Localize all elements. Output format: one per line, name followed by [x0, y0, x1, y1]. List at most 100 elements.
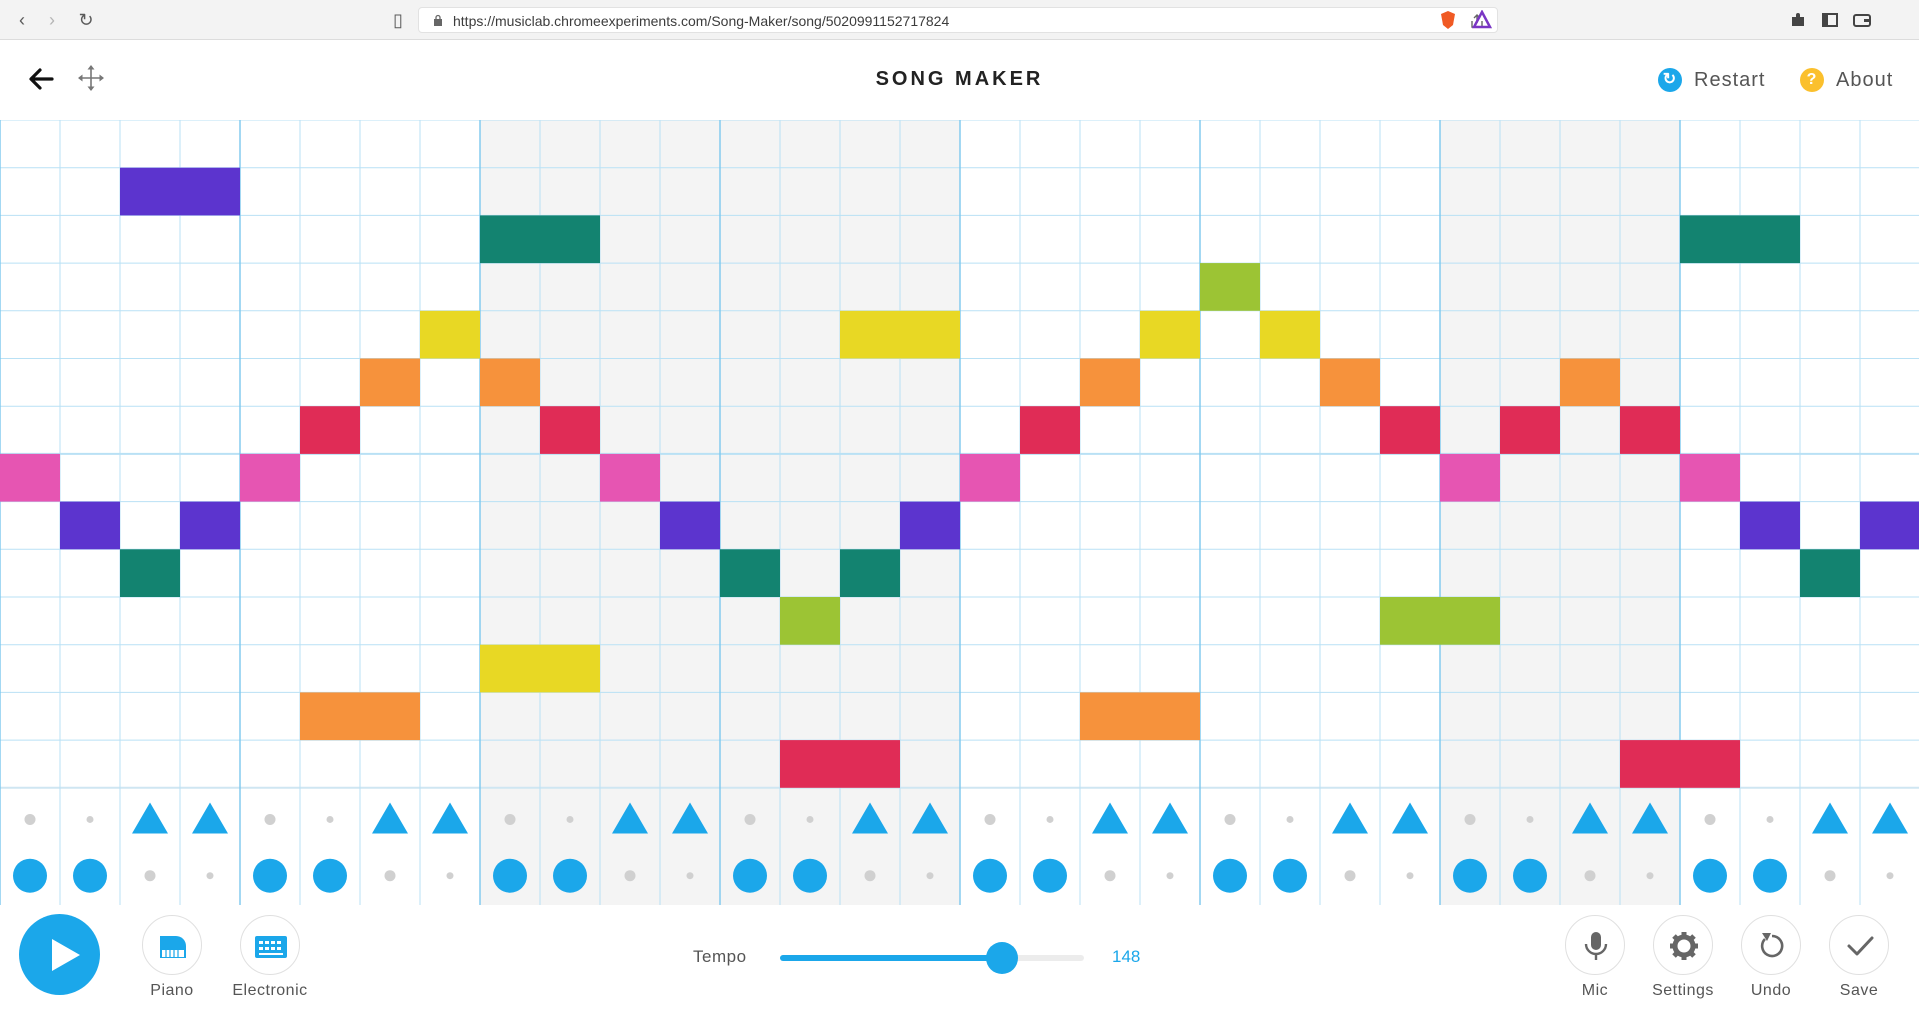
percussion-triangle[interactable]: [1092, 802, 1128, 834]
percussion-circle[interactable]: [73, 858, 107, 893]
electronic-button[interactable]: [240, 915, 300, 975]
percussion-dot[interactable]: [744, 813, 756, 825]
percussion-dot[interactable]: [264, 813, 276, 825]
wallet-icon[interactable]: [1852, 10, 1872, 30]
percussion-triangle[interactable]: [132, 802, 168, 834]
percussion-circle[interactable]: [1273, 858, 1307, 893]
note-cell[interactable]: [780, 597, 840, 645]
percussion-triangle[interactable]: [1392, 802, 1428, 834]
note-cell[interactable]: [1140, 310, 1200, 359]
percussion-dot[interactable]: [1886, 872, 1894, 880]
note-cell[interactable]: [540, 644, 600, 693]
bookmark-icon[interactable]: ▯: [386, 8, 410, 32]
percussion-dot[interactable]: [1104, 870, 1116, 882]
percussion-dot[interactable]: [864, 870, 876, 882]
address-bar[interactable]: https://musiclab.chromeexperiments.com/S…: [418, 7, 1498, 33]
percussion-triangle[interactable]: [1332, 802, 1368, 834]
note-cell[interactable]: [0, 453, 60, 502]
mic-button[interactable]: [1565, 915, 1625, 975]
percussion-dot[interactable]: [686, 872, 694, 880]
note-cell[interactable]: [1200, 263, 1260, 311]
note-cell[interactable]: [480, 644, 540, 693]
note-cell[interactable]: [300, 692, 360, 741]
piano-button[interactable]: [142, 915, 202, 975]
extensions-icon[interactable]: [1788, 10, 1808, 30]
browser-forward-icon[interactable]: ›: [40, 8, 64, 32]
note-cell[interactable]: [1500, 406, 1560, 454]
percussion-triangle[interactable]: [1872, 802, 1908, 834]
note-cell[interactable]: [60, 501, 120, 550]
note-cell[interactable]: [1740, 501, 1800, 550]
percussion-dot[interactable]: [206, 872, 214, 880]
percussion-circle[interactable]: [1753, 858, 1787, 893]
percussion-dot[interactable]: [1224, 813, 1236, 825]
percussion-triangle[interactable]: [372, 802, 408, 834]
note-cell[interactable]: [1020, 406, 1080, 454]
note-cell[interactable]: [1080, 692, 1140, 741]
percussion-dot[interactable]: [984, 813, 996, 825]
percussion-dot[interactable]: [504, 813, 516, 825]
percussion-dot[interactable]: [1584, 870, 1596, 882]
percussion-dot[interactable]: [1766, 815, 1774, 823]
play-button[interactable]: [19, 914, 100, 995]
percussion-dot[interactable]: [926, 872, 934, 880]
note-cell[interactable]: [180, 501, 240, 550]
percussion-dot[interactable]: [1344, 870, 1356, 882]
note-cell[interactable]: [720, 549, 780, 597]
note-cell[interactable]: [540, 406, 600, 454]
note-cell[interactable]: [360, 358, 420, 407]
percussion-circle[interactable]: [13, 858, 47, 893]
note-cell[interactable]: [420, 310, 480, 359]
percussion-dot[interactable]: [144, 870, 156, 882]
percussion-circle[interactable]: [253, 858, 287, 893]
percussion-dot[interactable]: [1046, 815, 1054, 823]
percussion-circle[interactable]: [553, 858, 587, 893]
note-cell[interactable]: [840, 740, 900, 788]
note-cell[interactable]: [660, 501, 720, 550]
percussion-circle[interactable]: [1693, 858, 1727, 893]
note-cell[interactable]: [900, 310, 960, 359]
note-cell[interactable]: [300, 406, 360, 454]
note-cell[interactable]: [120, 549, 180, 597]
percussion-dot[interactable]: [566, 815, 574, 823]
note-cell[interactable]: [180, 167, 240, 216]
note-cell[interactable]: [1440, 597, 1500, 645]
tempo-slider-handle[interactable]: [985, 942, 1018, 974]
note-cell[interactable]: [1080, 358, 1140, 407]
note-cell[interactable]: [1680, 215, 1740, 264]
note-cell[interactable]: [1860, 501, 1919, 550]
browser-reload-icon[interactable]: ↻: [74, 8, 98, 32]
browser-back-icon[interactable]: ‹: [10, 8, 34, 32]
percussion-circle[interactable]: [493, 858, 527, 893]
note-cell[interactable]: [1560, 358, 1620, 407]
percussion-dot[interactable]: [1646, 872, 1654, 880]
percussion-circle[interactable]: [1453, 858, 1487, 893]
percussion-dot[interactable]: [624, 870, 636, 882]
note-cell[interactable]: [780, 740, 840, 788]
restart-button[interactable]: ↻ Restart: [1658, 66, 1765, 94]
note-cell[interactable]: [480, 358, 540, 407]
percussion-circle[interactable]: [793, 858, 827, 893]
note-cell[interactable]: [840, 310, 900, 359]
percussion-circle[interactable]: [733, 858, 767, 893]
undo-button[interactable]: [1741, 915, 1801, 975]
note-cell[interactable]: [840, 549, 900, 597]
percussion-dot[interactable]: [1824, 870, 1836, 882]
percussion-triangle[interactable]: [432, 802, 468, 834]
percussion-dot[interactable]: [1166, 872, 1174, 880]
note-cell[interactable]: [1380, 597, 1440, 645]
percussion-dot[interactable]: [1526, 815, 1534, 823]
percussion-dot[interactable]: [446, 872, 454, 880]
settings-button[interactable]: [1653, 915, 1713, 975]
note-cell[interactable]: [1620, 740, 1680, 788]
note-cell[interactable]: [1800, 549, 1860, 597]
song-grid[interactable]: [0, 120, 1919, 905]
percussion-circle[interactable]: [1513, 858, 1547, 893]
percussion-circle[interactable]: [1033, 858, 1067, 893]
percussion-circle[interactable]: [1213, 858, 1247, 893]
percussion-dot[interactable]: [326, 815, 334, 823]
about-button[interactable]: ? About: [1800, 66, 1893, 94]
brave-rewards-icon[interactable]: [1472, 10, 1492, 30]
percussion-triangle[interactable]: [192, 802, 228, 834]
note-cell[interactable]: [1680, 453, 1740, 502]
